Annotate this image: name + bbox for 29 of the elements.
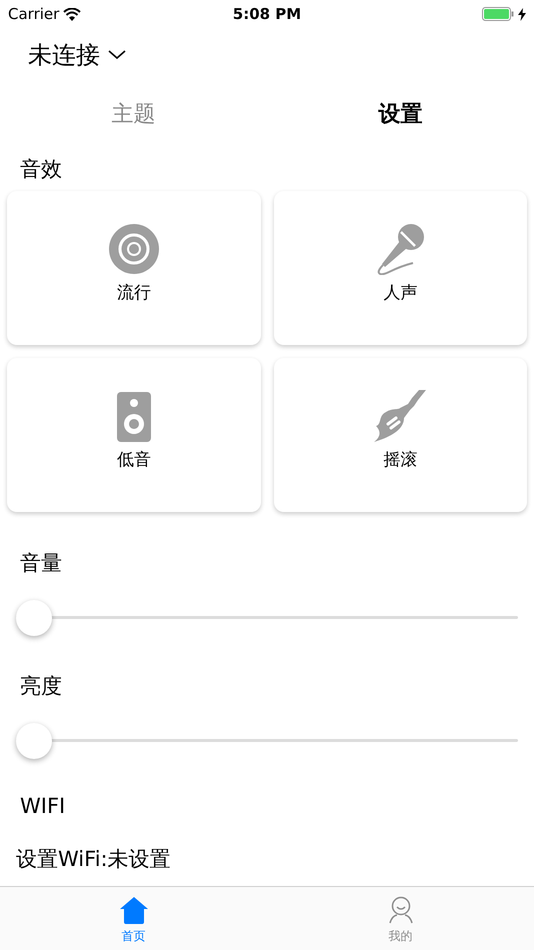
effect-card[interactable]: 流行 (7, 191, 260, 345)
slider-thumb[interactable] (16, 600, 52, 636)
slider-label: 音量 (20, 550, 62, 578)
wifi-label: WIFI (20, 794, 66, 818)
connection-title[interactable]: 未连接 (28, 37, 100, 73)
microphone-icon (375, 223, 426, 275)
disc-icon (108, 223, 160, 275)
effect-card[interactable]: 低音 (7, 358, 260, 512)
carrier-label: Carrier (8, 4, 60, 25)
slider[interactable] (16, 723, 518, 759)
tab-bar-item[interactable]: 首页 (0, 887, 267, 950)
charging-icon (518, 8, 526, 20)
effect-card[interactable]: 摇滚 (274, 358, 527, 512)
tab[interactable]: 主题 (0, 98, 267, 130)
time-label: 5:08 PM (232, 4, 302, 25)
battery-icon (482, 7, 514, 21)
section-label: 音效 (20, 157, 62, 181)
effect-card[interactable]: 人声 (274, 191, 527, 345)
wifi-setting-label: 设置WiFi:未设置 (16, 847, 171, 871)
slider[interactable] (16, 600, 518, 636)
slider-label: 亮度 (20, 673, 62, 700)
home-icon (118, 896, 148, 924)
slider-thumb[interactable] (16, 723, 52, 759)
user-icon (388, 896, 414, 924)
chevron-down-icon[interactable] (108, 50, 126, 60)
guitar-icon (374, 390, 426, 442)
tab[interactable]: 设置 (267, 98, 534, 130)
speaker-icon (116, 392, 151, 442)
wifi-icon (63, 8, 82, 20)
